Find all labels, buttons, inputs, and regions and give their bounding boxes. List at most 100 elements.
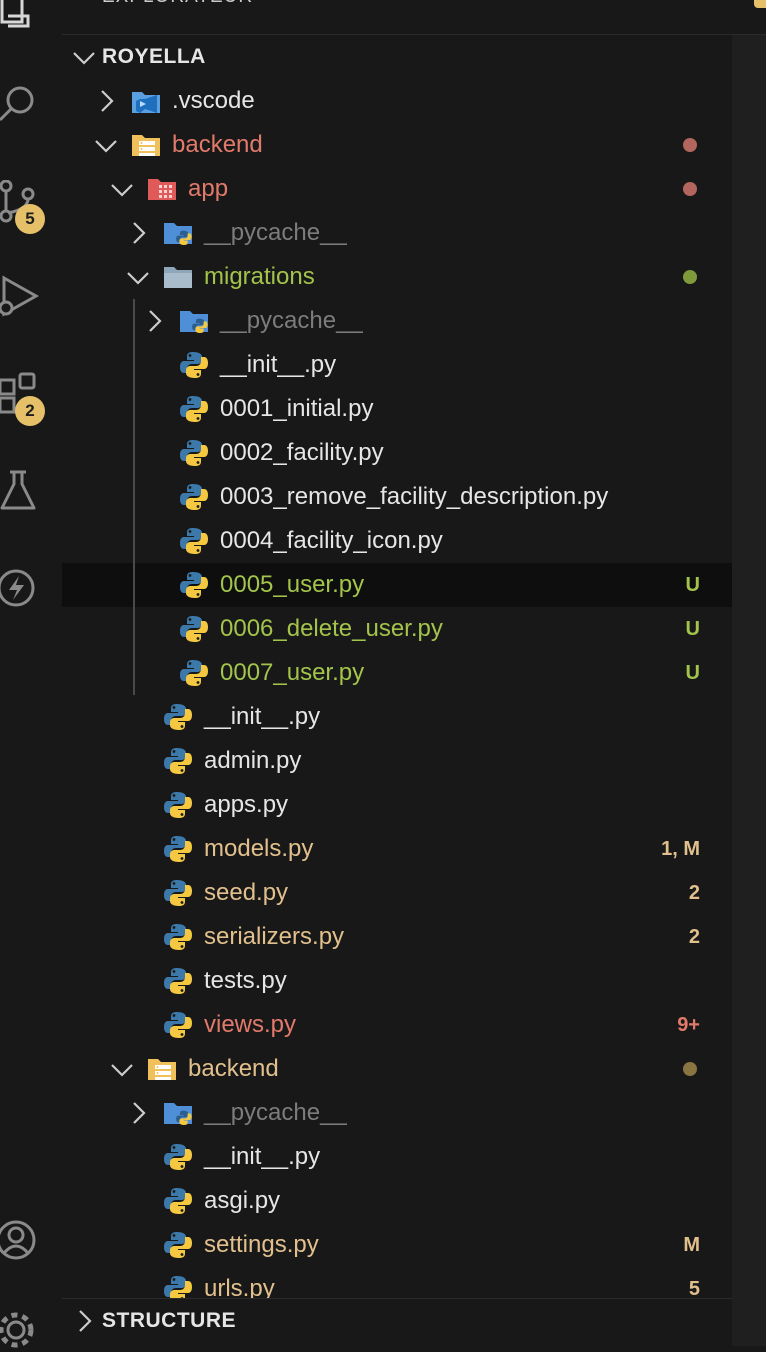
python-icon [178,393,210,425]
tree-file[interactable]: __init__.py [62,343,732,387]
project-name: ROYELLA [102,45,206,68]
activity-bar: 5 2 [0,0,63,1348]
chevron-right-icon[interactable] [138,299,170,343]
tree-item-label: __pycache__ [204,219,347,246]
tree-file[interactable]: serializers.py 2 [62,915,732,959]
python-folder-icon [178,305,210,337]
tree-folder[interactable]: backend [62,1047,732,1091]
git-status-badge: U [685,574,700,596]
tree-file[interactable]: tests.py [62,959,732,1003]
tree-file[interactable]: views.py 9+ [62,1003,732,1047]
chevron-down-icon[interactable] [122,255,154,299]
testing-icon[interactable] [0,468,40,512]
chevron-right-icon[interactable] [122,1091,154,1135]
chevron-down-icon [68,35,100,79]
tree-item-label: 0002_facility.py [220,439,384,466]
python-icon [178,657,210,689]
chevron-down-icon[interactable] [90,123,122,167]
tree-file[interactable]: models.py 1, M [62,827,732,871]
chevron-down-icon[interactable] [106,167,138,211]
tree-folder[interactable]: __pycache__ [62,1091,732,1135]
python-icon [162,1229,194,1261]
tree-item-label: __pycache__ [220,307,363,334]
tree-file[interactable]: 0006_delete_user.py U [62,607,732,651]
tree-item-label: 0007_user.py [220,659,365,686]
python-icon [162,1009,194,1041]
tree-file[interactable]: 0002_facility.py [62,431,732,475]
python-icon [178,569,210,601]
python-folder-icon [162,217,194,249]
tree-file[interactable]: 0003_remove_facility_description.py [62,475,732,519]
project-header[interactable]: ROYELLA [62,34,732,79]
backend-folder-icon [146,1053,178,1085]
tree-file[interactable]: admin.py [62,739,732,783]
python-icon [162,965,194,997]
explorer-icon[interactable] [0,0,40,30]
gear-icon[interactable] [0,1308,40,1352]
python-icon [162,877,194,909]
python-icon [162,1141,194,1173]
tree-file[interactable]: 0004_facility_icon.py [62,519,732,563]
tree-item-label: app [188,175,229,202]
source-control-badge: 5 [15,204,45,234]
git-status-badge: 1, M [661,838,700,860]
python-icon [162,701,194,733]
tree-item-label: asgi.py [204,1187,281,1214]
tree-file[interactable]: seed.py 2 [62,871,732,915]
search-icon[interactable] [0,80,40,124]
python-icon [178,437,210,469]
python-icon [162,789,194,821]
python-icon [178,349,210,381]
python-tab-icon [754,0,766,8]
chevron-right-icon[interactable] [122,211,154,255]
tree-item-label: settings.py [204,1231,319,1258]
app-folder-icon [146,173,178,205]
tree-file[interactable]: 0005_user.py U [62,563,732,607]
tree-item-label: 0006_delete_user.py [220,615,443,642]
python-icon [178,613,210,645]
python-icon [162,921,194,953]
outline-header[interactable]: STRUCTURE [62,1298,732,1343]
tree-item-label: 0001_initial.py [220,395,374,422]
chevron-down-icon[interactable] [106,1047,138,1091]
lightning-icon[interactable] [0,566,40,610]
tree-item-label: migrations [204,263,315,290]
tree-file[interactable]: apps.py [62,783,732,827]
tree-item-label: 0003_remove_facility_description.py [220,483,609,510]
editor-edge [732,0,766,1346]
tree-file[interactable]: settings.py M [62,1223,732,1267]
git-status-dot [683,270,697,284]
tree-file[interactable]: 0007_user.py U [62,651,732,695]
run-debug-icon[interactable] [0,274,40,318]
git-status-badge: 2 [688,926,700,948]
git-status-badge: M [683,1234,700,1256]
git-status-dot [683,182,697,196]
git-status-badge: U [685,662,700,684]
tree-file[interactable]: __init__.py [62,695,732,739]
tree-item-label: 0005_user.py [220,571,365,598]
chevron-right-icon[interactable] [90,79,122,123]
git-status-dot [683,138,697,152]
extensions-badge: 2 [15,396,45,426]
git-status-dot [683,1062,697,1076]
tree-item-label: admin.py [204,747,302,774]
more-actions-button[interactable]: ··· [670,0,692,8]
tree-file[interactable]: 0001_initial.py [62,387,732,431]
tree-file[interactable]: __init__.py [62,1135,732,1179]
tree-item-label: seed.py [204,879,289,906]
explorer-title: EXPLORATEUR [102,0,253,8]
tree-item-label: __init__.py [220,351,337,378]
tree-file[interactable]: asgi.py [62,1179,732,1223]
tree-folder[interactable]: backend [62,123,732,167]
tree-folder[interactable]: .vscode [62,79,732,123]
tree-folder[interactable]: app [62,167,732,211]
tree-folder[interactable]: migrations [62,255,732,299]
tree-item-label: __init__.py [204,703,321,730]
tree-folder[interactable]: __pycache__ [62,299,732,343]
tree-item-label: __pycache__ [204,1099,347,1126]
account-icon[interactable] [0,1218,40,1262]
indent-guide [133,299,135,695]
tree-item-label: backend [172,131,263,158]
tree-folder[interactable]: __pycache__ [62,211,732,255]
vscode-folder-icon [130,85,162,117]
